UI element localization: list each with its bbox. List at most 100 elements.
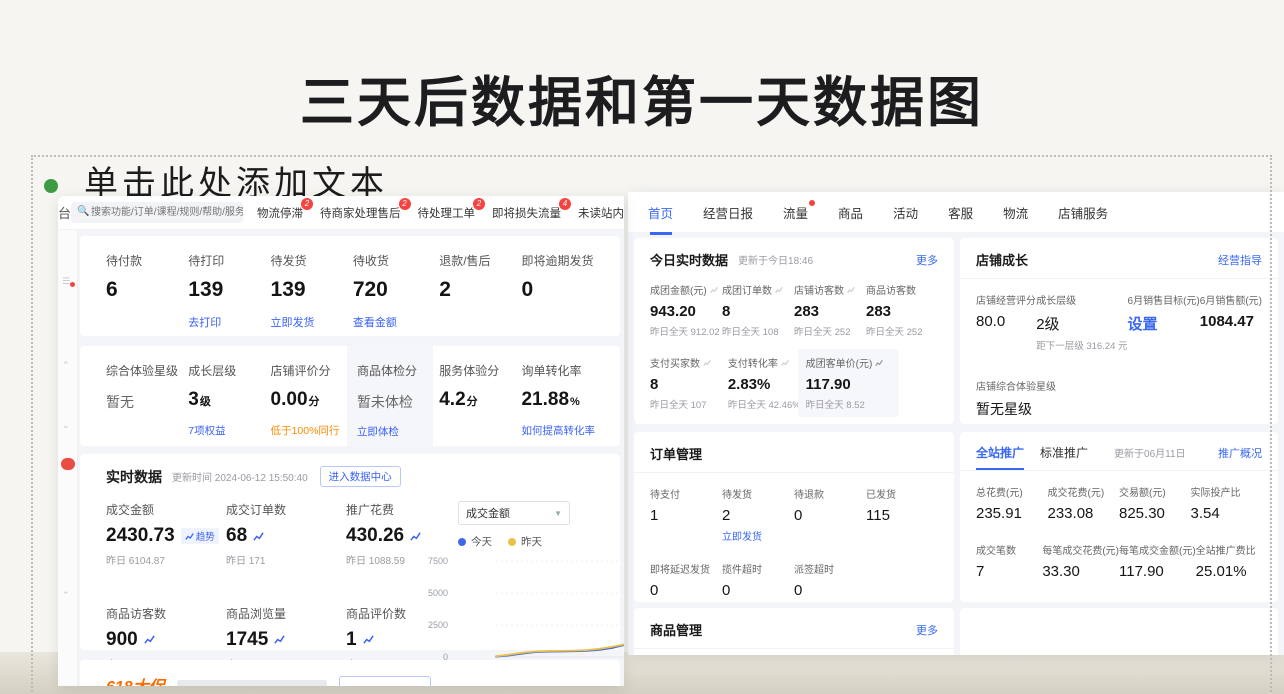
stat-service-score: 服务体验分 4.2分 — [439, 362, 521, 446]
workbench-quick-nav: 物流停滞 2 待商家处理售后 2 待处理工单 2 即将损失流量 4 未读站内信 … — [257, 205, 624, 221]
stat-shop-rating: 店铺评价分 0.00分 低于100%同行 — [271, 362, 357, 446]
workbench-logo: 台 — [58, 203, 71, 222]
shop-experience-card: 综合体验星级 暂无 成长层级 3级 7项权益 店铺评价分 0.00分 低于100… — [80, 346, 620, 446]
order-overview-card: 待付款 6 待打印 139 去打印 待发货 139 立即发货 待收货 720 查… — [80, 236, 620, 336]
sidebar-more-icon[interactable]: ⌃ — [62, 590, 70, 601]
badge: 4 — [559, 198, 571, 210]
chart-icon[interactable] — [363, 634, 374, 645]
shop-growth-card: 店铺成长 经营指导 店铺经营评分 80.0 成长层级 2级 距下一层级 316.… — [960, 238, 1278, 424]
blank-card — [960, 608, 1278, 655]
sidebar-collapse-icon[interactable]: ⌃ — [62, 360, 70, 371]
stat-star-level: 综合体验星级 暂无 — [106, 362, 188, 446]
metric-select[interactable]: 成交金额 ▼ — [458, 501, 570, 525]
more-link[interactable]: 更多 — [916, 622, 938, 638]
stat-pay-conversion: 支付转化率 2.83% 昨日全天 42.46% — [728, 355, 806, 411]
tab-goods[interactable]: 商品 — [838, 203, 863, 222]
workbench-sidebar: ☰ ⌃ ⌄ ⌃ — [58, 230, 78, 686]
check-now-link[interactable]: 立即体检 — [357, 424, 433, 439]
nav-ticket-pending[interactable]: 待处理工单 2 — [418, 205, 476, 221]
admin-tabbar: 首页 经营日报 流量 商品 活动 客服 物流 店铺服务 — [628, 192, 1284, 232]
ship-now-link[interactable]: 立即发货 — [722, 528, 794, 543]
badge: 2 — [301, 198, 313, 210]
sidebar-expand-icon[interactable]: ⌄ — [62, 420, 70, 431]
tab-sitewide-promo[interactable]: 全站推广 — [976, 444, 1024, 461]
realtime-chart-svg — [492, 553, 624, 665]
stat-total-spend: 总花费(元) 235.91 — [976, 484, 1048, 522]
stat-group-amount: 成团金额(元) 943.20 昨日全天 912.02 — [650, 282, 722, 338]
bullet-dot — [44, 179, 58, 193]
stat-shop-score: 店铺经营评分 80.0 — [976, 292, 1036, 352]
promo-618-text-stub — [177, 680, 327, 686]
go-print-link[interactable]: 去打印 — [188, 314, 270, 330]
sidebar-menu-icon[interactable]: ☰ — [62, 276, 70, 287]
tab-daily-report[interactable]: 经营日报 — [703, 203, 753, 222]
stat-to-receive: 待收货 720 查看金额 — [353, 252, 439, 336]
tab-shop-services[interactable]: 店铺服务 — [1058, 203, 1108, 222]
stat-pending-pay: 待付款 6 — [106, 252, 188, 336]
stat-growth-level: 成长层级 2级 距下一层级 316.24 元 — [1036, 292, 1127, 352]
ship-now-link[interactable]: 立即发货 — [271, 314, 353, 330]
legend-today[interactable]: 今天 — [458, 534, 492, 549]
stat-transaction-amount: 交易额(元) 825.30 — [1119, 484, 1191, 522]
legend-dot-yesterday — [508, 538, 516, 546]
promo-618-button[interactable] — [339, 676, 431, 686]
trend-badge[interactable]: 趋势 — [181, 528, 219, 544]
more-link[interactable]: 更多 — [916, 252, 938, 268]
legend-yesterday[interactable]: 昨天 — [508, 534, 542, 549]
tab-service[interactable]: 客服 — [948, 203, 973, 222]
workbench-window: 台 🔍 物流停滞 2 待商家处理售后 2 待处理工单 2 即将损失流量 4 未读… — [58, 196, 624, 686]
chart-icon[interactable] — [274, 634, 285, 645]
search-icon: 🔍 — [77, 206, 89, 217]
promo-618-card: 618大促 — [80, 660, 620, 686]
stat-to-pay: 待支付 1 — [650, 486, 722, 543]
search-box[interactable]: 🔍 — [71, 202, 243, 223]
benefits-link[interactable]: 7项权益 — [188, 423, 270, 438]
tab-standard-promo[interactable]: 标准推广 — [1040, 444, 1088, 461]
chart-icon[interactable] — [144, 634, 155, 645]
nav-logistics-stalled[interactable]: 物流停滞 2 — [257, 205, 303, 221]
workbench-topbar: 台 🔍 物流停滞 2 待商家处理售后 2 待处理工单 2 即将损失流量 4 未读… — [58, 196, 624, 230]
chart-icon — [703, 359, 711, 367]
sidebar-red-badge — [61, 458, 75, 470]
data-center-button[interactable]: 进入数据中心 — [320, 466, 401, 487]
goods-management-card: 商品管理 更多 — [634, 608, 954, 655]
tab-activity[interactable]: 活动 — [893, 203, 918, 222]
nav-unread-messages[interactable]: 未读站内信 66 — [578, 205, 624, 221]
chart-icon — [781, 359, 789, 367]
metric-gmv: 成交金额 2430.73 趋势 昨日 6104.87 — [106, 501, 226, 580]
stat-experience-star: 店铺综合体验星级 暂无星级 — [976, 378, 1262, 419]
metric-ad-spend: 推广花费 430.26 昨日 1088.59 — [346, 501, 456, 580]
stat-to-ship: 待发货 139 立即发货 — [271, 252, 353, 336]
nav-aftersale-pending[interactable]: 待商家处理售后 2 — [320, 205, 401, 221]
tab-home[interactable]: 首页 — [648, 203, 673, 222]
chart-icon[interactable] — [253, 531, 264, 542]
set-target-link[interactable]: 设置 — [1128, 313, 1200, 334]
chart-icon[interactable] — [410, 531, 421, 542]
realtime-data-card: 实时数据 更新时间 2024-06-12 15:50:40 进入数据中心 成交金… — [80, 454, 620, 650]
tab-traffic[interactable]: 流量 — [783, 203, 808, 222]
stat-item-visitors: 商品访客数 283 昨日全天 252 — [866, 282, 938, 338]
legend-dot-today — [458, 538, 466, 546]
stat-amount-per-deal: 每笔成交金额(元) 117.90 — [1119, 542, 1196, 580]
chart-icon — [875, 359, 883, 367]
nav-traffic-loss[interactable]: 即将损失流量 4 — [492, 205, 561, 221]
guide-link[interactable]: 经营指导 — [1218, 252, 1262, 268]
promotion-card: 全站推广 标准推广 更新于06月11日 推广概况 总花费(元) 235.91 成… — [960, 432, 1278, 602]
stat-to-print: 待打印 139 去打印 — [188, 252, 270, 336]
promo-overview-link[interactable]: 推广概况 — [1218, 445, 1262, 461]
metric-orders: 成交订单数 68 昨日 171 — [226, 501, 346, 580]
stat-to-ship: 待发货 2 立即发货 — [722, 486, 794, 543]
realtime-title: 实时数据 — [106, 467, 162, 487]
badge: 2 — [399, 198, 411, 210]
search-input[interactable] — [71, 202, 243, 223]
view-amount-link[interactable]: 查看金额 — [353, 314, 439, 330]
stat-inquiry-conversion: 询单转化率 21.88% 如何提高转化率 — [521, 362, 612, 446]
improve-conversion-link[interactable]: 如何提高转化率 — [521, 423, 612, 438]
stat-delivery-timeout: 派签超时 0 — [794, 561, 866, 599]
stat-refund: 退款/售后 2 — [439, 252, 521, 336]
stat-paying-buyers: 支付买家数 8 昨日全天 107 — [650, 355, 728, 411]
shop-admin-window: 首页 经营日报 流量 商品 活动 客服 物流 店铺服务 今日实时数据 更新于今日… — [628, 192, 1284, 655]
tab-logistics[interactable]: 物流 — [1003, 203, 1028, 222]
stat-month-sales: 6月销售额(元) 1084.47 — [1200, 292, 1262, 352]
below-peers-link[interactable]: 低于100%同行 — [271, 423, 357, 438]
